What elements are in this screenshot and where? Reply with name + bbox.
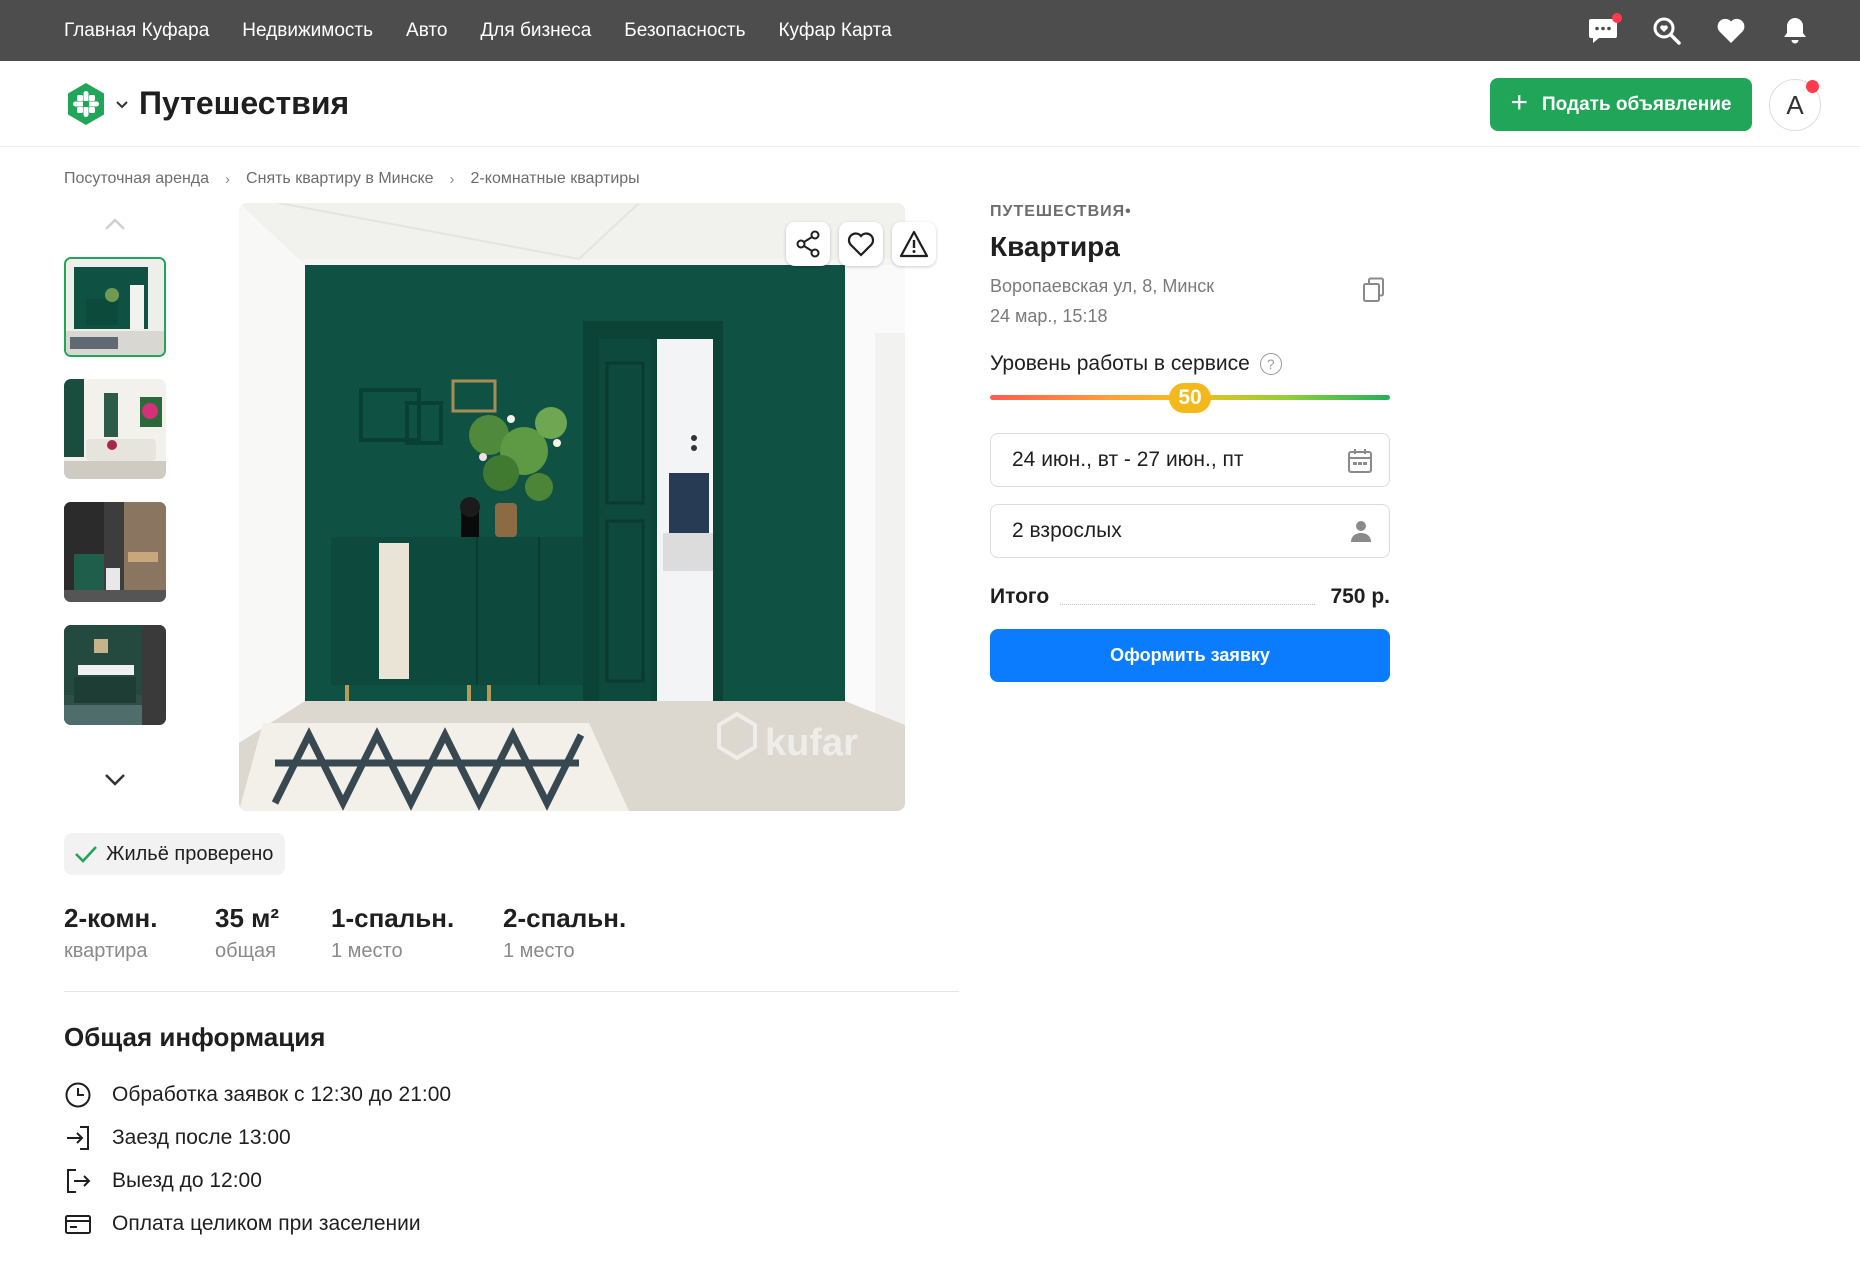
nav-link-business[interactable]: Для бизнеса (480, 20, 591, 42)
guests-field-value: 2 взрослых (1012, 519, 1122, 542)
spec-bed-single: 1-спальн. 1 место (331, 903, 454, 963)
spec-rooms: 2-комн. квартира (64, 903, 158, 963)
top-icons (1556, 0, 1812, 61)
notifications-icon[interactable] (1778, 14, 1812, 48)
post-ad-label: Подать объявление (1542, 93, 1732, 115)
clock-icon (65, 1082, 91, 1108)
calendar-icon (1347, 448, 1373, 480)
listing-category[interactable]: ПУТЕШЕСТВИЯ• (990, 203, 1132, 221)
info-row-text: Оплата целиком при заселении (112, 1212, 421, 1235)
listing-address: Воропаевская ул, 8, Минск (990, 276, 1215, 296)
favorite-button[interactable] (839, 222, 883, 266)
photo-thumbnail-3[interactable] (64, 502, 166, 602)
verified-badge-label: Жильё проверено (106, 842, 274, 865)
total-value: 750 р. (1330, 585, 1390, 608)
total-dotted-leader (1060, 604, 1315, 605)
check-out-icon (67, 1169, 91, 1193)
nav-link-auto[interactable]: Авто (406, 20, 447, 42)
photo-thumbnail-4[interactable] (64, 625, 166, 725)
breadcrumb-separator-icon: › (225, 170, 231, 188)
spec-value: 1-спальн. (331, 903, 455, 933)
report-button[interactable] (892, 222, 936, 266)
guests-field[interactable]: 2 взрослых (990, 504, 1390, 558)
plus-icon: + (1510, 86, 1529, 119)
breadcrumb-separator-icon: › (449, 170, 455, 188)
info-row-check-in: Заезд после 13:00 (64, 1124, 291, 1152)
category-title: Путешествия (139, 85, 350, 121)
general-info-title: Общая информация (64, 1022, 326, 1052)
verified-badge: Жильё проверено (64, 833, 286, 875)
spec-label: 1 место (503, 940, 575, 962)
info-row-text: Обработка заявок с 12:30 до 21:00 (112, 1083, 452, 1106)
thumbnails-down-chevron-icon[interactable] (104, 773, 126, 787)
dates-field[interactable]: 24 июн., вт - 27 июн., пт (990, 433, 1390, 487)
help-icon[interactable]: ? (1259, 353, 1282, 375)
info-row-payment: Оплата целиком при заселении (64, 1210, 421, 1238)
breadcrumb-item-rent-minsk[interactable]: Снять квартиру в Минске (246, 170, 433, 188)
info-row-text: Выезд до 12:00 (112, 1169, 262, 1192)
info-row-check-out: Выезд до 12:00 (64, 1167, 262, 1195)
spec-area: 35 м² общая (215, 903, 279, 963)
avatar[interactable]: А (1769, 79, 1821, 131)
info-row-text: Заезд после 13:00 (112, 1126, 291, 1149)
site-header: Путешествия + Подать объявление А (0, 61, 1860, 147)
spec-label: 1 место (331, 940, 403, 962)
main-photo[interactable]: kufar (239, 203, 905, 811)
copy-icon[interactable] (1361, 276, 1387, 304)
spec-bed-double: 2-спальн. 1 место (503, 903, 626, 963)
info-row-processing: Обработка заявок с 12:30 до 21:00 (64, 1081, 451, 1109)
divider (64, 991, 959, 992)
saved-search-icon[interactable] (1650, 14, 1684, 48)
nav-link-safety[interactable]: Безопасность (624, 20, 745, 42)
listing-title: Квартира (990, 231, 1120, 262)
chevron-down-icon[interactable] (114, 96, 130, 112)
report-icon (899, 230, 929, 258)
thumbnails-up-chevron-icon[interactable] (104, 217, 126, 231)
dates-field-value: 24 июн., вт - 27 июн., пт (1012, 448, 1244, 471)
spec-value: 2-комн. (64, 903, 158, 933)
spec-label: квартира (64, 940, 148, 962)
photo-thumbnail-2[interactable] (64, 379, 166, 479)
breadcrumb: Посуточная аренда › Снять квартиру в Мин… (64, 170, 640, 188)
favorite-icon (847, 232, 875, 257)
top-navigation-bar: Главная Куфара Недвижимость Авто Для биз… (0, 0, 1860, 61)
avatar-notification-dot (1806, 80, 1819, 93)
check-in-icon (67, 1126, 89, 1150)
messages-icon[interactable] (1586, 12, 1622, 48)
spec-value: 2-спальн. (503, 903, 627, 933)
service-level-badge: 50 (1169, 383, 1211, 413)
checkmark-icon (75, 846, 97, 863)
share-icon (796, 230, 820, 258)
photo-watermark: kufar (765, 722, 858, 764)
post-ad-button[interactable]: + Подать объявление (1490, 78, 1752, 131)
spec-value: 35 м² (215, 903, 280, 933)
breadcrumb-item-2-room[interactable]: 2-комнатные квартиры (471, 170, 640, 188)
kufar-logo[interactable] (64, 82, 108, 126)
top-nav: Главная Куфара Недвижимость Авто Для биз… (64, 0, 925, 61)
photo-thumbnail-1[interactable] (64, 257, 166, 357)
breadcrumb-item-daily-rent[interactable]: Посуточная аренда (64, 170, 209, 188)
total-label: Итого (990, 585, 1050, 608)
messages-unread-dot (1612, 12, 1622, 23)
spec-label: общая (215, 940, 276, 962)
card-icon (65, 1215, 91, 1234)
favorites-icon[interactable] (1714, 14, 1748, 48)
nav-link-kufar-home[interactable]: Главная Куфара (64, 20, 209, 42)
service-level: Уровень работы в сервисе ? (990, 352, 1282, 376)
avatar-letter: А (1786, 89, 1804, 120)
submit-request-button[interactable]: Оформить заявку (990, 629, 1390, 682)
service-level-label: Уровень работы в сервисе (990, 352, 1250, 375)
nav-link-real-estate[interactable]: Недвижимость (242, 20, 373, 42)
share-button[interactable] (786, 222, 830, 266)
listing-date: 24 мар., 15:18 (990, 306, 1108, 326)
nav-link-kufar-map[interactable]: Куфар Карта (778, 20, 891, 42)
person-icon (1349, 519, 1373, 549)
